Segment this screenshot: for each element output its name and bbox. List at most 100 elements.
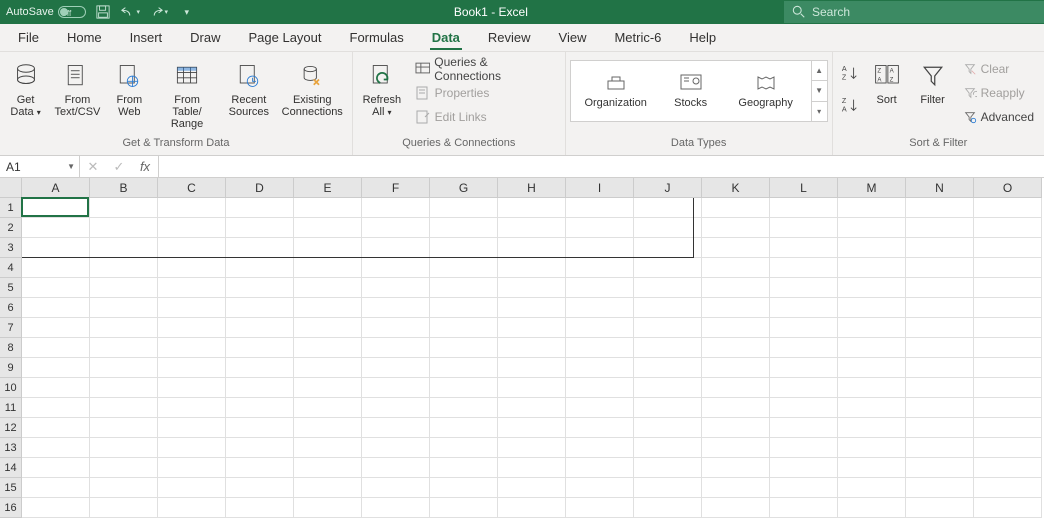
cell[interactable] — [294, 258, 362, 278]
cell[interactable] — [430, 478, 498, 498]
row-header[interactable]: 5 — [0, 278, 22, 298]
select-all-corner[interactable] — [0, 178, 22, 198]
cell[interactable] — [702, 298, 770, 318]
cell[interactable] — [566, 278, 634, 298]
cell[interactable] — [294, 398, 362, 418]
cell[interactable] — [362, 378, 430, 398]
cell[interactable] — [838, 378, 906, 398]
cell[interactable] — [158, 438, 226, 458]
cell[interactable] — [974, 378, 1042, 398]
cell[interactable] — [90, 438, 158, 458]
tab-help[interactable]: Help — [675, 24, 730, 52]
cell[interactable] — [498, 478, 566, 498]
cell[interactable] — [770, 258, 838, 278]
cell[interactable] — [974, 498, 1042, 518]
cell[interactable] — [22, 298, 90, 318]
cell[interactable] — [498, 278, 566, 298]
cell[interactable] — [770, 238, 838, 258]
column-header[interactable]: C — [158, 178, 226, 198]
geography-type[interactable]: Geography — [721, 61, 811, 121]
cell[interactable] — [770, 458, 838, 478]
cell[interactable] — [498, 398, 566, 418]
cell[interactable] — [906, 418, 974, 438]
column-header[interactable]: I — [566, 178, 634, 198]
cell[interactable] — [362, 458, 430, 478]
cell[interactable] — [566, 198, 634, 218]
cell[interactable] — [158, 378, 226, 398]
cell[interactable] — [634, 258, 702, 278]
cell[interactable] — [566, 338, 634, 358]
formula-input[interactable] — [159, 156, 1044, 177]
cell[interactable] — [498, 298, 566, 318]
from-text-csv-button[interactable]: From Text/CSV — [49, 58, 106, 120]
cell[interactable] — [702, 398, 770, 418]
tab-formulas[interactable]: Formulas — [336, 24, 418, 52]
cell[interactable] — [498, 418, 566, 438]
cell[interactable] — [838, 438, 906, 458]
get-data-button[interactable]: Get Data ▾ — [4, 58, 47, 121]
cell[interactable] — [430, 318, 498, 338]
cell[interactable] — [362, 338, 430, 358]
cell[interactable] — [294, 298, 362, 318]
cell[interactable] — [226, 398, 294, 418]
cell[interactable] — [362, 478, 430, 498]
cell[interactable] — [838, 418, 906, 438]
cell[interactable] — [90, 258, 158, 278]
cell[interactable] — [906, 238, 974, 258]
cell[interactable] — [498, 338, 566, 358]
cell[interactable] — [702, 218, 770, 238]
advanced-button[interactable]: Advanced — [957, 106, 1040, 128]
cell[interactable] — [566, 458, 634, 478]
cell[interactable] — [226, 358, 294, 378]
cell[interactable] — [430, 418, 498, 438]
cell[interactable] — [90, 218, 158, 238]
cell[interactable] — [22, 318, 90, 338]
cell[interactable] — [566, 218, 634, 238]
cell[interactable] — [22, 218, 90, 238]
cell[interactable] — [770, 318, 838, 338]
cell[interactable] — [90, 498, 158, 518]
row-header[interactable]: 8 — [0, 338, 22, 358]
cell[interactable] — [22, 358, 90, 378]
column-header[interactable]: H — [498, 178, 566, 198]
column-header[interactable]: E — [294, 178, 362, 198]
search-input[interactable]: Search — [784, 1, 1044, 23]
name-box[interactable]: A1 ▼ — [0, 156, 80, 177]
cell[interactable] — [906, 458, 974, 478]
cell[interactable] — [90, 458, 158, 478]
from-web-button[interactable]: From Web — [108, 58, 151, 120]
cell[interactable] — [430, 378, 498, 398]
cell[interactable] — [362, 258, 430, 278]
cell[interactable] — [294, 358, 362, 378]
cell[interactable] — [498, 318, 566, 338]
cell[interactable] — [158, 338, 226, 358]
cell[interactable] — [430, 298, 498, 318]
queries-connections-button[interactable]: Queries & Connections — [409, 58, 561, 80]
row-header[interactable]: 7 — [0, 318, 22, 338]
cell[interactable] — [226, 458, 294, 478]
cell[interactable] — [90, 238, 158, 258]
cell[interactable] — [498, 258, 566, 278]
row-header[interactable]: 10 — [0, 378, 22, 398]
cell[interactable] — [22, 418, 90, 438]
cell[interactable] — [702, 438, 770, 458]
cell[interactable] — [838, 258, 906, 278]
cell[interactable] — [294, 198, 362, 218]
cell[interactable] — [362, 218, 430, 238]
cell[interactable] — [566, 398, 634, 418]
cell[interactable] — [838, 458, 906, 478]
cell[interactable] — [226, 318, 294, 338]
cell[interactable] — [22, 378, 90, 398]
cell[interactable] — [294, 218, 362, 238]
cell[interactable] — [90, 478, 158, 498]
row-header[interactable]: 14 — [0, 458, 22, 478]
cell[interactable] — [362, 438, 430, 458]
cell[interactable] — [498, 198, 566, 218]
cell[interactable] — [702, 318, 770, 338]
cell[interactable] — [294, 438, 362, 458]
cell[interactable] — [430, 218, 498, 238]
cell[interactable] — [226, 338, 294, 358]
cell[interactable] — [770, 278, 838, 298]
cell[interactable] — [974, 218, 1042, 238]
cell[interactable] — [634, 278, 702, 298]
